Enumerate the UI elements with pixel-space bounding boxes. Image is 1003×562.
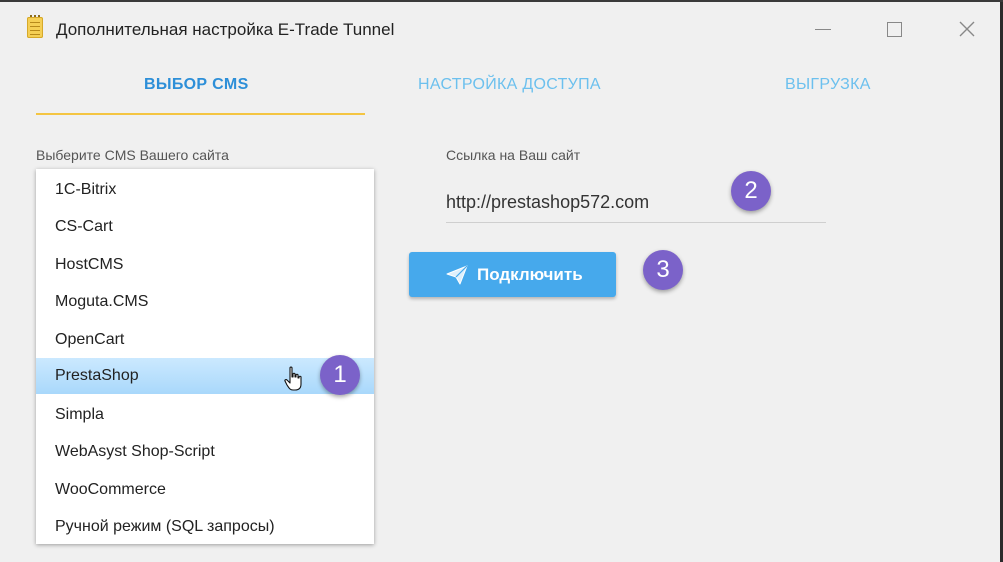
tab-cms-select[interactable]: ВЫБОР CMS [144,76,249,94]
connect-button-label: Подключить [477,265,583,284]
close-button[interactable] [953,16,981,42]
cms-dropdown-list[interactable]: 1C-Bitrix CS-Cart HostCMS Moguta.CMS Ope… [36,169,374,544]
cms-option-woocommerce[interactable]: WooCommerce [36,472,374,508]
cms-option-webasyst[interactable]: WebAsyst Shop-Script [36,434,374,470]
tab-bar: ВЫБОР CMS НАСТРОЙКА ДОСТУПА ВЫГРУЗКА [0,60,1000,116]
cms-option-manual-sql[interactable]: Ручной режим (SQL запросы) [36,509,374,545]
tab-access-settings[interactable]: НАСТРОЙКА ДОСТУПА [418,76,601,94]
maximize-button[interactable] [880,16,908,42]
tab-export[interactable]: ВЫГРУЗКА [785,76,871,94]
cms-option-1c-bitrix[interactable]: 1C-Bitrix [36,172,374,208]
cms-option-moguta[interactable]: Moguta.CMS [36,284,374,320]
step-badge-1: 1 [320,355,360,395]
active-tab-indicator [36,113,365,115]
cms-option-hostcms[interactable]: HostCMS [36,247,374,283]
window-title: Дополнительная настройка E-Trade Tunnel [56,20,395,39]
window-top-edge [0,0,1003,2]
minimize-icon [815,29,831,30]
cms-option-simpla[interactable]: Simpla [36,397,374,433]
notepad-icon [27,15,43,38]
minimize-button[interactable] [809,16,837,42]
step-badge-3: 3 [643,250,683,290]
connect-button[interactable]: Подключить [409,252,616,297]
cms-option-cs-cart[interactable]: CS-Cart [36,209,374,245]
close-icon [959,21,975,37]
maximize-icon [886,22,902,37]
site-url-label: Ссылка на Ваш сайт [446,147,581,163]
settings-window: Дополнительная настройка E-Trade Tunnel … [0,0,1000,562]
cms-option-opencart[interactable]: OpenCart [36,322,374,358]
step-badge-2: 2 [731,171,771,211]
paper-plane-icon [446,265,468,285]
title-bar: Дополнительная настройка E-Trade Tunnel [0,0,1000,58]
cms-select-label: Выберите CMS Вашего сайта [36,147,229,163]
hand-cursor-icon [284,366,302,391]
